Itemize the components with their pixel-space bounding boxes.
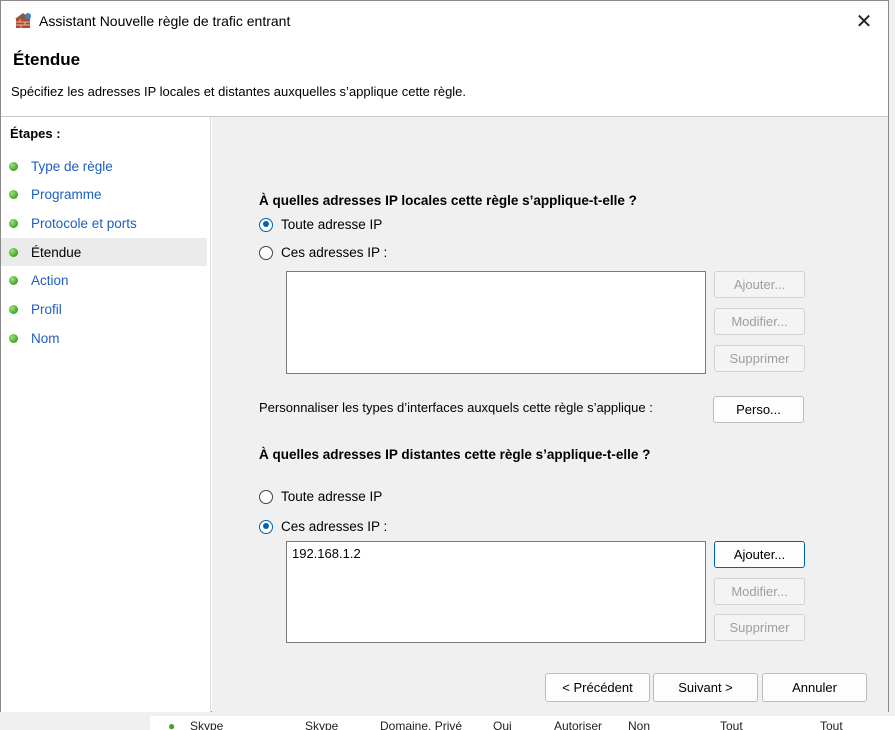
radio-button-selected[interactable] [259,217,273,232]
next-button[interactable]: Suivant > [653,673,758,702]
background-cell: Oui [493,719,512,730]
step-label: Nom [31,330,60,346]
step-label: Action [31,272,69,288]
remote-question: À quelles adresses IP distantes cette rè… [259,447,651,462]
step-complete-icon [9,189,18,199]
step-label: Étendue [31,244,82,260]
remote-addresses-list[interactable]: 192.168.1.2 [286,541,706,643]
remote-edit-button[interactable]: Modifier... [714,578,805,605]
local-question: À quelles adresses IP locales cette règl… [259,193,637,208]
background-cell: Domaine, Privé [380,719,463,730]
local-any-radio[interactable]: Toute adresse IP [259,217,382,232]
step-etendue[interactable]: Étendue [1,238,207,266]
step-complete-icon [9,275,18,285]
step-nom[interactable]: Nom [1,324,207,352]
firewall-icon [15,13,31,28]
customize-interfaces-button[interactable]: Perso... [713,396,804,423]
local-remove-button[interactable]: Supprimer [714,345,805,372]
remote-add-button[interactable]: Ajouter... [714,541,805,568]
cancel-button[interactable]: Annuler [762,673,867,702]
window-title: Assistant Nouvelle règle de trafic entra… [39,13,291,29]
step-action[interactable]: Action [1,266,207,294]
background-rules-table: ● Skype Skype Domaine, Privé Oui Autoris… [150,716,895,730]
step-profil[interactable]: Profil [1,295,207,323]
background-cell: Skype [190,719,224,730]
wizard-header: Étendue Spécifiez les adresses IP locale… [1,41,888,117]
step-complete-icon [9,161,18,171]
steps-sidebar: Étapes : Type de règle Programme Protoco… [1,117,211,712]
step-current-icon [9,247,18,257]
step-label: Programme [31,186,102,202]
step-protocole-ports[interactable]: Protocole et ports [1,209,207,237]
background-cell: Tout [720,719,743,730]
step-programme[interactable]: Programme [1,180,207,208]
step-type-de-regle[interactable]: Type de règle [1,152,207,180]
radio-button[interactable] [259,245,273,260]
step-complete-icon [9,218,18,228]
remote-remove-button[interactable]: Supprimer [714,614,805,641]
step-complete-icon [9,333,18,343]
back-button[interactable]: < Précédent [545,673,650,702]
title-bar: Assistant Nouvelle règle de trafic entra… [1,1,888,41]
main-panel: À quelles adresses IP locales cette règl… [212,117,888,712]
list-item[interactable]: 192.168.1.2 [292,546,361,561]
background-cell: Tout [820,719,843,730]
step-label: Protocole et ports [31,215,137,231]
allow-icon: ● [168,719,176,730]
background-cell: Non [628,719,651,730]
wizard-window: Assistant Nouvelle règle de trafic entra… [0,0,889,712]
background-cell: Skype [305,719,339,730]
close-icon: ✕ [855,10,873,33]
local-edit-button[interactable]: Modifier... [714,308,805,335]
local-any-label: Toute adresse IP [281,217,383,232]
remote-any-radio[interactable]: Toute adresse IP [259,489,382,504]
local-add-button[interactable]: Ajouter... [714,271,805,298]
close-button[interactable]: ✕ [841,1,887,41]
page-subtitle: Spécifiez les adresses IP locales et dis… [11,84,467,99]
background-cell: Autoriser [554,719,603,730]
interfaces-text: Personnaliser les types d’interfaces aux… [259,400,653,415]
steps-title: Étapes : [10,126,61,141]
step-label: Type de règle [31,158,113,174]
remote-these-label: Ces adresses IP : [281,519,388,534]
radio-button[interactable] [259,489,273,504]
local-these-label: Ces adresses IP : [281,245,388,260]
step-complete-icon [9,304,18,314]
local-addresses-list[interactable] [286,271,706,374]
local-these-radio[interactable]: Ces adresses IP : [259,245,387,260]
step-label: Profil [31,301,62,317]
remote-any-label: Toute adresse IP [281,489,383,504]
radio-button-selected[interactable] [259,519,273,534]
page-title: Étendue [13,50,81,69]
remote-these-radio[interactable]: Ces adresses IP : [259,519,387,534]
